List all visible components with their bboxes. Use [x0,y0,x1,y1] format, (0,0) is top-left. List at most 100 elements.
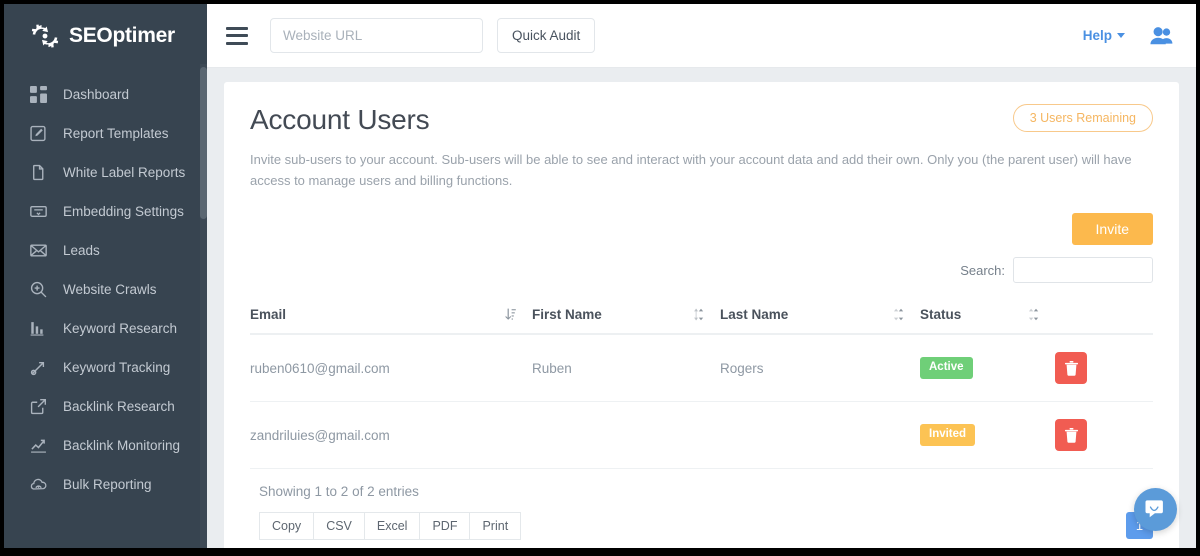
table-footer: Showing 1 to 2 of 2 entries Copy CSV Exc… [250,484,1153,540]
cell-actions [1055,402,1153,469]
topbar-right-group: Help [1083,25,1174,47]
footer-left: Showing 1 to 2 of 2 entries Copy CSV Exc… [250,484,521,540]
sidebar-item-label: Dashboard [63,87,129,102]
sidebar-item-label: Embedding Settings [63,204,184,219]
search-input[interactable] [1013,257,1153,283]
hamburger-bar [226,42,248,45]
sort-neutral-icon [1028,308,1039,321]
hamburger-bar [226,34,248,37]
sidebar-scrollbar-thumb[interactable] [200,67,207,219]
brand-logo[interactable]: SEOptimer [4,4,207,68]
trend-arrow-icon [30,359,47,376]
column-label: Email [250,307,286,322]
quick-audit-button[interactable]: Quick Audit [497,18,595,53]
sidebar-item-website-crawls[interactable]: Website Crawls [4,270,207,309]
cell-status: Active [920,334,1055,402]
column-label: Last Name [720,307,788,322]
help-label: Help [1083,28,1112,43]
table-row: ruben0610@gmail.com Ruben Rogers Active [250,334,1153,402]
search-row: Search: [250,257,1153,283]
users-table: Email [250,297,1153,469]
chevron-down-icon [1117,33,1125,38]
sidebar-item-embedding-settings[interactable]: Embedding Settings [4,192,207,231]
invite-row: Invite [250,213,1153,245]
sort-neutral-icon [693,308,704,321]
sidebar-item-label: Report Templates [63,126,169,141]
delete-user-button[interactable] [1055,352,1087,384]
column-header-first-name[interactable]: First Name [532,297,720,334]
brand-name: SEOptimer [69,24,175,48]
cell-first-name [532,402,720,469]
cell-first-name: Ruben [532,334,720,402]
grid-dashboard-icon [30,86,47,103]
export-print-button[interactable]: Print [469,512,521,540]
cell-last-name [720,402,920,469]
sidebar-item-keyword-research[interactable]: Keyword Research [4,309,207,348]
search-plus-icon [30,281,47,298]
sidebar-item-bulk-reporting[interactable]: Bulk Reporting [4,465,207,504]
sidebar-item-backlink-research[interactable]: Backlink Research [4,387,207,426]
table-row: zandriluies@gmail.com Invited [250,402,1153,469]
sidebar-nav: Dashboard Report Templates White Label R… [4,68,207,504]
sidebar-item-label: Keyword Tracking [63,360,170,375]
sidebar-item-label: Leads [63,243,100,258]
sidebar-item-label: White Label Reports [63,165,185,180]
column-label: First Name [532,307,602,322]
bar-chart-icon [30,320,47,337]
copy-files-icon [30,164,47,181]
sidebar-item-label: Keyword Research [63,321,177,336]
delete-user-button[interactable] [1055,419,1087,451]
export-excel-button[interactable]: Excel [364,512,421,540]
line-chart-icon [30,437,47,454]
trash-icon [1065,361,1078,376]
sort-amount-desc-icon [505,308,516,321]
column-header-status[interactable]: Status [920,297,1055,334]
search-label: Search: [960,263,1005,278]
card-header: Account Users 3 Users Remaining [250,104,1153,136]
column-label: Status [920,307,961,322]
sidebar-item-dashboard[interactable]: Dashboard [4,75,207,114]
account-users-card: Account Users 3 Users Remaining Invite s… [224,82,1179,548]
export-button-group: Copy CSV Excel PDF Print [259,512,521,540]
cell-last-name: Rogers [720,334,920,402]
status-badge: Active [920,357,973,379]
envelope-icon [30,242,47,259]
sidebar: SEOptimer Dashboard Report Templates Whi [4,4,207,548]
website-url-input[interactable] [270,18,483,53]
status-badge: Invited [920,424,975,446]
users-table-body: ruben0610@gmail.com Ruben Rogers Active [250,334,1153,469]
cell-email: ruben0610@gmail.com [250,334,532,402]
page-description: Invite sub-users to your account. Sub-us… [250,149,1153,191]
export-copy-button[interactable]: Copy [259,512,314,540]
users-remaining-badge: 3 Users Remaining [1013,104,1153,132]
cell-actions [1055,334,1153,402]
main-content: Account Users 3 Users Remaining Invite s… [207,68,1196,548]
intercom-messenger-icon[interactable] [1134,488,1177,531]
gear-refresh-icon [30,21,60,51]
app-window: SEOptimer Dashboard Report Templates Whi [0,0,1200,556]
embed-box-icon [30,203,47,220]
sort-neutral-icon [893,308,904,321]
entries-info: Showing 1 to 2 of 2 entries [250,484,521,499]
sidebar-item-label: Bulk Reporting [63,477,152,492]
column-header-actions [1055,297,1153,334]
sidebar-item-leads[interactable]: Leads [4,231,207,270]
cell-email: zandriluies@gmail.com [250,402,532,469]
hamburger-bar [226,27,248,30]
sidebar-item-white-label-reports[interactable]: White Label Reports [4,153,207,192]
sidebar-item-report-templates[interactable]: Report Templates [4,114,207,153]
column-header-email[interactable]: Email [250,297,532,334]
hamburger-icon[interactable] [226,27,248,45]
invite-button[interactable]: Invite [1072,213,1153,245]
export-csv-button[interactable]: CSV [313,512,365,540]
export-pdf-button[interactable]: PDF [419,512,470,540]
page-title: Account Users [250,104,429,136]
sidebar-item-backlink-monitoring[interactable]: Backlink Monitoring [4,426,207,465]
column-header-last-name[interactable]: Last Name [720,297,920,334]
table-header-row: Email [250,297,1153,334]
users-group-icon[interactable] [1149,25,1174,47]
sidebar-item-keyword-tracking[interactable]: Keyword Tracking [4,348,207,387]
cloud-gauge-icon [30,476,47,493]
help-menu[interactable]: Help [1083,28,1125,43]
sidebar-item-label: Backlink Research [63,399,175,414]
